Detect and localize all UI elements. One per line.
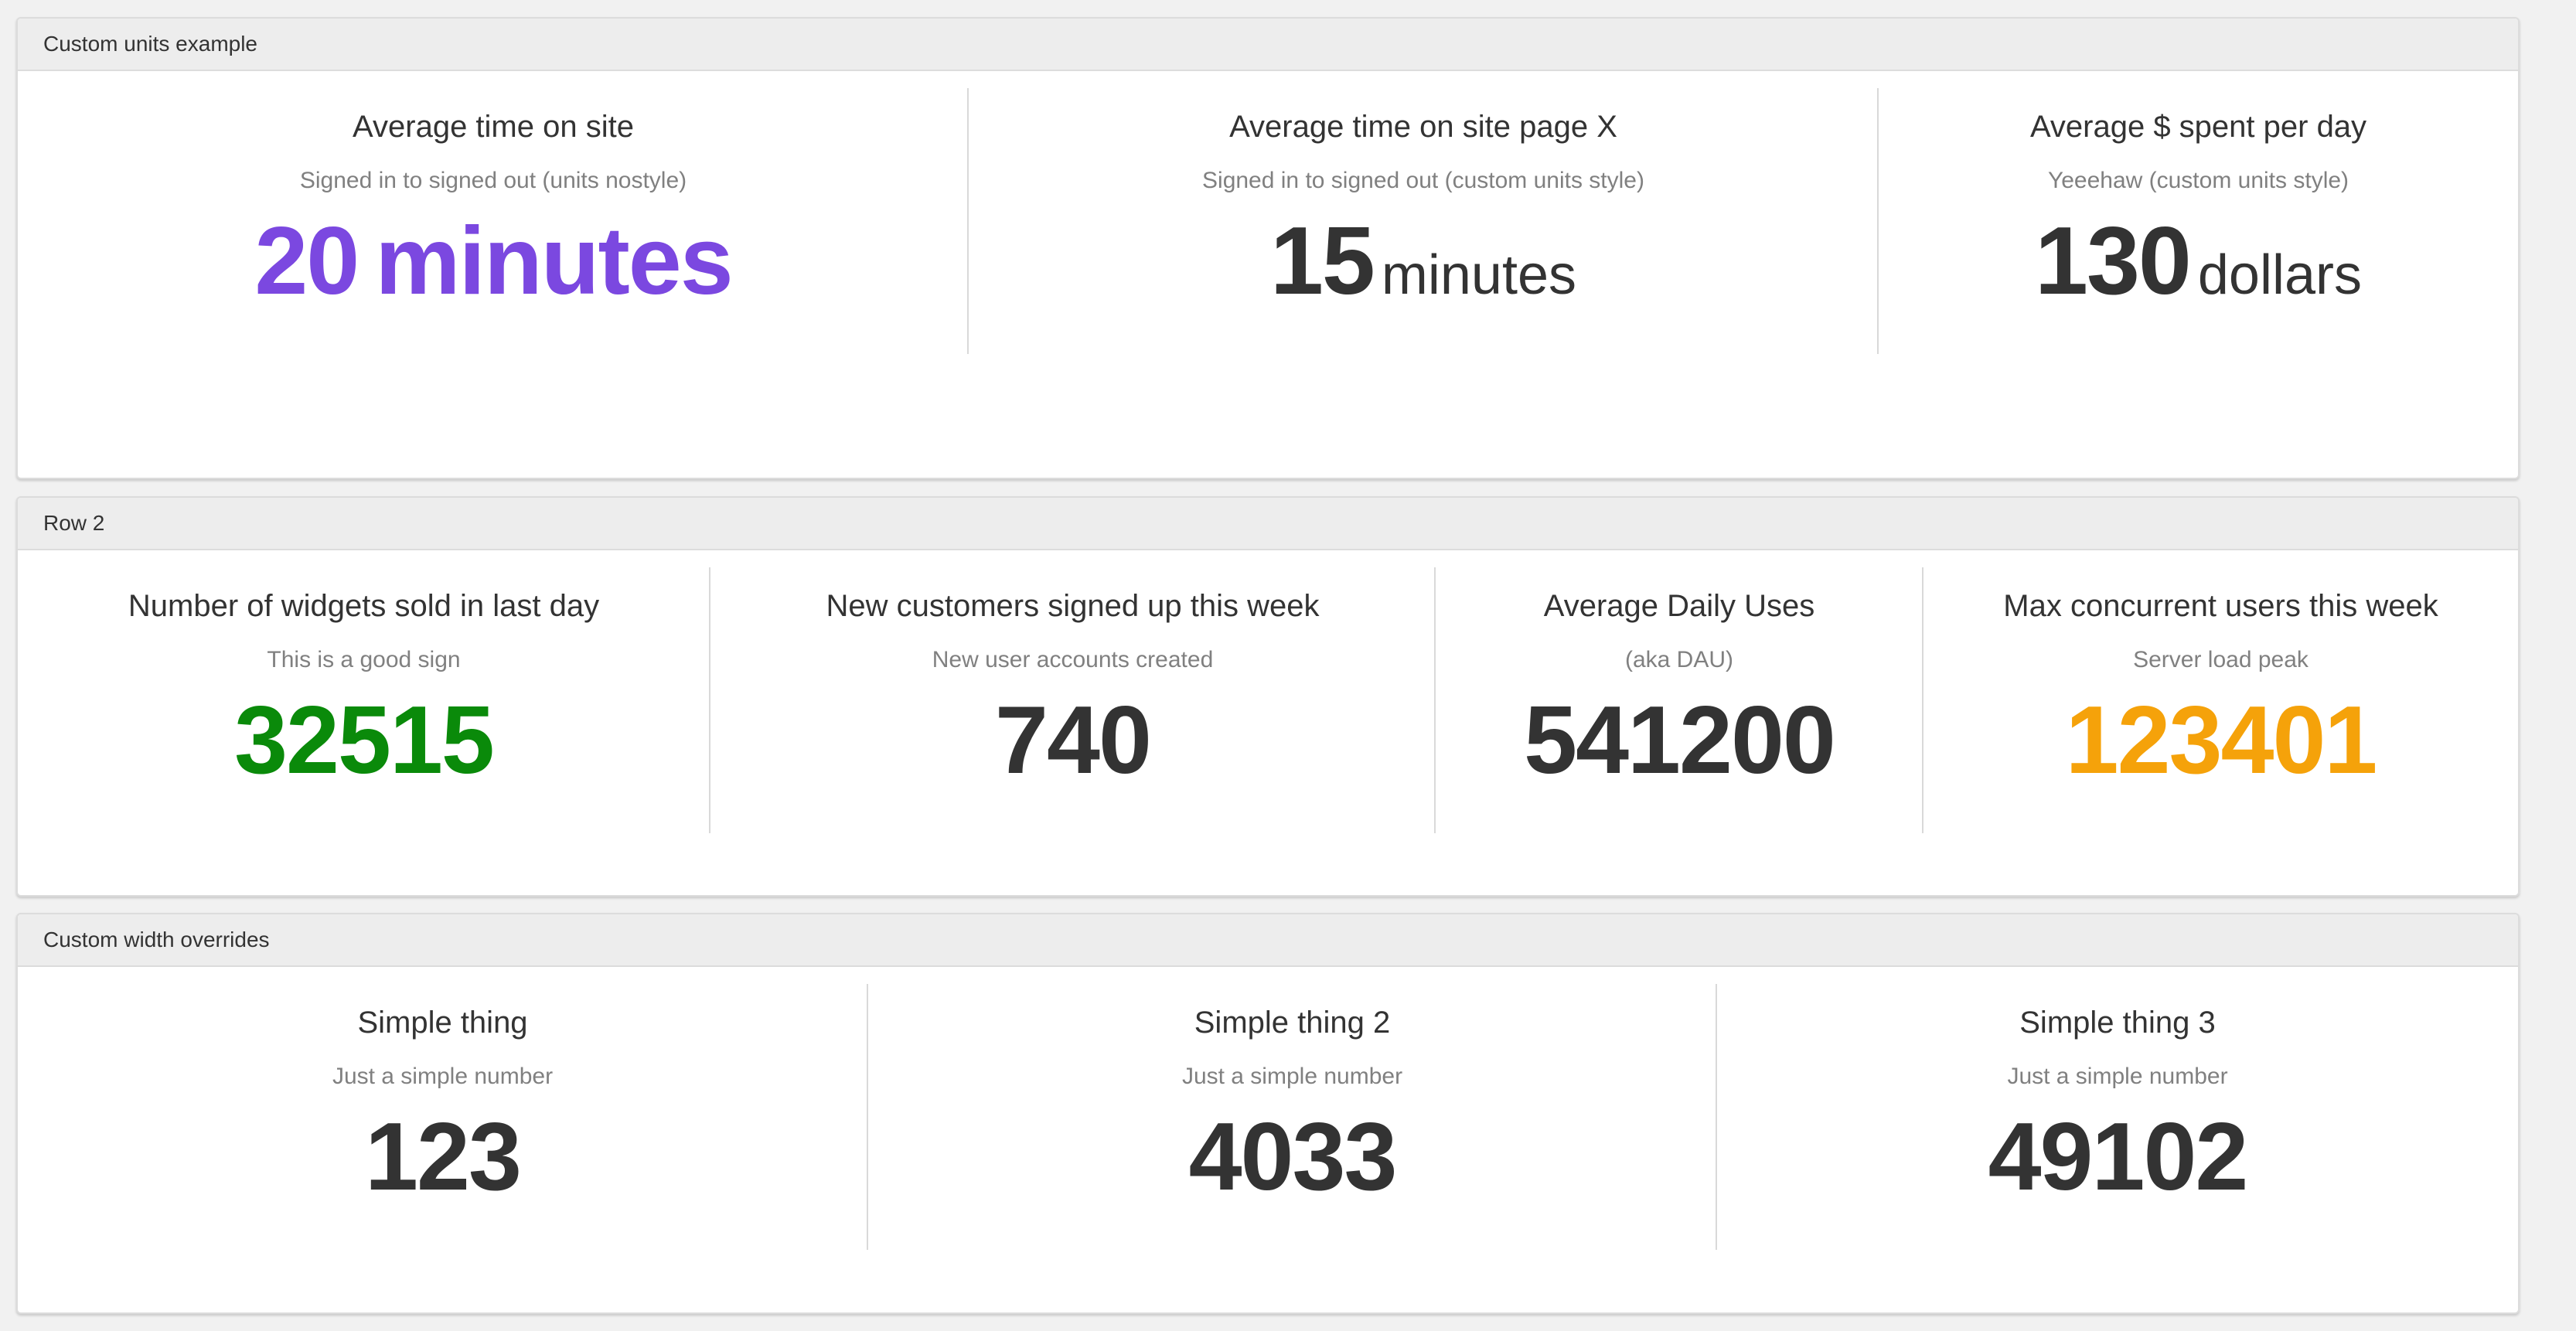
- widget-value: 541200: [1524, 687, 1836, 794]
- value-units: dollars: [2197, 244, 2362, 306]
- panel-title: Row 2: [18, 498, 2518, 550]
- widget-subtitle: Server load peak: [2133, 647, 2309, 672]
- widget-subtitle: Just a simple number: [2007, 1064, 2228, 1089]
- widget-subtitle: New user accounts created: [932, 647, 1214, 672]
- widget-value: 123: [365, 1104, 522, 1210]
- value-units: minutes: [375, 208, 733, 315]
- widget-subtitle: This is a good sign: [267, 647, 461, 672]
- widget-subtitle: Signed in to signed out (custom units st…: [1202, 168, 1644, 193]
- widget-value: 20 minutes: [18, 207, 969, 315]
- panel-body: Number of widgets sold in last day This …: [18, 550, 2518, 895]
- widget-subtitle: Just a simple number: [1181, 1064, 1403, 1089]
- panel-title: Custom units example: [18, 19, 2518, 71]
- widget-subtitle: (aka DAU): [1624, 647, 1734, 672]
- widget-value: 740: [995, 687, 1152, 794]
- widget-title: Max concurrent users this week: [2003, 589, 2438, 623]
- widget-title: Average time on site: [353, 110, 634, 144]
- widget-value: 130 dollars: [1879, 207, 2518, 329]
- panel-custom-width-overrides: Custom width overrides Simple thing Just…: [16, 913, 2520, 1314]
- widget-title: Average $ spent per day: [2029, 110, 2367, 144]
- panel-row-2: Row 2 Number of widgets sold in last day…: [16, 496, 2520, 897]
- value-units: minutes: [1381, 244, 1577, 306]
- widget-title: Average Daily Uses: [1543, 589, 1815, 623]
- widget-value: 49102: [1988, 1104, 2249, 1210]
- value-number: 130: [2035, 208, 2192, 315]
- value-number: 15: [1269, 208, 1375, 315]
- panel-body: Average time on site Signed in to signed…: [18, 71, 2518, 478]
- widget-title: New customers signed up this week: [826, 589, 1320, 623]
- widget-title: Number of widgets sold in last day: [128, 589, 600, 623]
- widget-title: Simple thing 3: [2019, 1006, 2216, 1040]
- widget-title: Simple thing: [357, 1006, 528, 1040]
- widget-subtitle: Just a simple number: [332, 1064, 554, 1089]
- widget-value: 32515: [234, 687, 495, 794]
- widget-subtitle: Signed in to signed out (units nostyle): [299, 168, 687, 193]
- widget-value: 15 minutes: [969, 207, 1878, 329]
- widget-title: Simple thing 2: [1194, 1006, 1391, 1040]
- widget-subtitle: Yeeehaw (custom units style): [2047, 168, 2349, 193]
- widget-value: 4033: [1188, 1104, 1398, 1210]
- value-number: 20: [254, 208, 359, 315]
- panel-title: Custom width overrides: [18, 914, 2518, 967]
- panel-body: Simple thing Just a simple number 123 Si…: [18, 967, 2518, 1312]
- widget-title: Average time on site page X: [1229, 110, 1617, 144]
- widget-value: 123401: [2065, 687, 2378, 794]
- panel-custom-units-example: Custom units example Average time on sit…: [16, 17, 2520, 479]
